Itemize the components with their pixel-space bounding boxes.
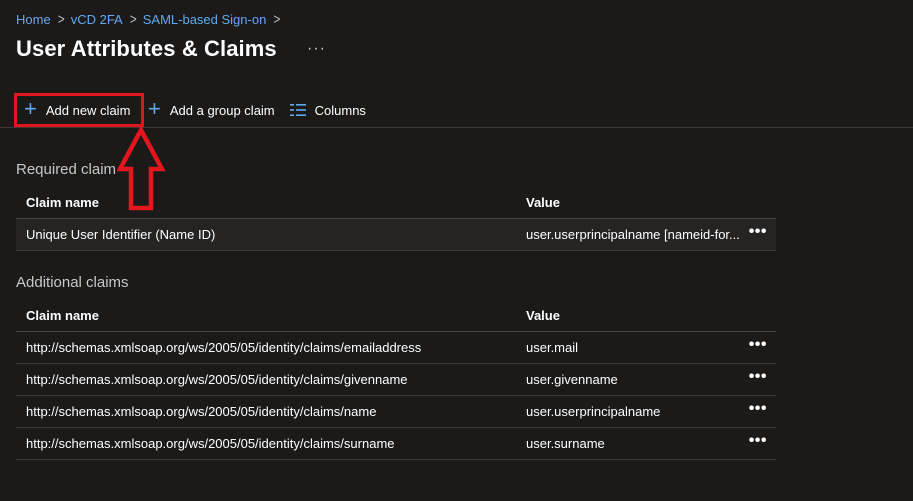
- plus-icon: +: [148, 96, 161, 121]
- table-row[interactable]: http://schemas.xmlsoap.org/ws/2005/05/id…: [16, 396, 776, 428]
- page-title: User Attributes & Claims: [16, 36, 277, 61]
- claim-name-cell: http://schemas.xmlsoap.org/ws/2005/05/id…: [26, 372, 408, 387]
- breadcrumb-saml-sign-on[interactable]: SAML-based Sign-on: [143, 12, 267, 27]
- claim-value-cell: user.userprincipalname [nameid-for...: [526, 227, 740, 242]
- columns-icon: [289, 104, 306, 116]
- claim-name-header: Claim name: [26, 194, 99, 210]
- claim-name-cell: Unique User Identifier (Name ID): [26, 227, 216, 242]
- table-row[interactable]: http://schemas.xmlsoap.org/ws/2005/05/id…: [16, 332, 776, 364]
- claim-name-cell: http://schemas.xmlsoap.org/ws/2005/05/id…: [26, 404, 377, 419]
- required-claim-title: Required claim: [16, 161, 117, 178]
- add-new-claim-label: Add new claim: [45, 102, 131, 118]
- breadcrumb: Home > vCD 2FA > SAML-based Sign-on >: [16, 10, 286, 28]
- add-new-claim-button[interactable]: + Add new claim: [14, 93, 144, 127]
- claim-value-cell: user.surname: [526, 436, 605, 451]
- additional-claims-title: Additional claims: [16, 274, 129, 291]
- claim-name-cell: http://schemas.xmlsoap.org/ws/2005/05/id…: [26, 436, 395, 451]
- chevron-right-icon: >: [57, 10, 65, 28]
- row-more-options-icon[interactable]: •••: [749, 432, 767, 450]
- add-group-claim-label: Add a group claim: [169, 102, 275, 118]
- claim-name-header: Claim name: [26, 307, 99, 323]
- additional-claims-table: Claim name Value http://schemas.xmlsoap.…: [16, 299, 776, 460]
- command-bar: + Add new claim + Add a group claim Colu…: [14, 93, 366, 127]
- up-arrow-annotation-icon: [117, 127, 165, 211]
- table-header: Claim name Value: [16, 299, 776, 332]
- plus-icon: +: [24, 96, 37, 121]
- claim-value-cell: user.userprincipalname: [526, 404, 661, 419]
- value-header: Value: [526, 307, 560, 323]
- breadcrumb-home[interactable]: Home: [16, 12, 51, 27]
- breadcrumb-vcd-2fa[interactable]: vCD 2FA: [71, 12, 123, 27]
- table-row[interactable]: http://schemas.xmlsoap.org/ws/2005/05/id…: [16, 364, 776, 396]
- table-row[interactable]: http://schemas.xmlsoap.org/ws/2005/05/id…: [16, 428, 776, 460]
- chevron-right-icon: >: [129, 10, 137, 28]
- value-header: Value: [526, 194, 560, 210]
- add-group-claim-button[interactable]: + Add a group claim: [148, 95, 275, 125]
- chevron-right-icon: >: [273, 10, 281, 28]
- row-more-options-icon[interactable]: •••: [749, 336, 767, 354]
- more-options-icon[interactable]: ···: [307, 40, 326, 58]
- claim-name-cell: http://schemas.xmlsoap.org/ws/2005/05/id…: [26, 340, 422, 355]
- row-more-options-icon[interactable]: •••: [749, 223, 767, 241]
- columns-label: Columns: [314, 102, 366, 118]
- claim-value-cell: user.givenname: [526, 372, 618, 387]
- columns-button[interactable]: Columns: [289, 95, 366, 125]
- table-row[interactable]: Unique User Identifier (Name ID) user.us…: [16, 219, 776, 251]
- page: Home > vCD 2FA > SAML-based Sign-on > Us…: [0, 0, 913, 501]
- row-more-options-icon[interactable]: •••: [749, 368, 767, 386]
- row-more-options-icon[interactable]: •••: [749, 400, 767, 418]
- claim-value-cell: user.mail: [526, 340, 579, 355]
